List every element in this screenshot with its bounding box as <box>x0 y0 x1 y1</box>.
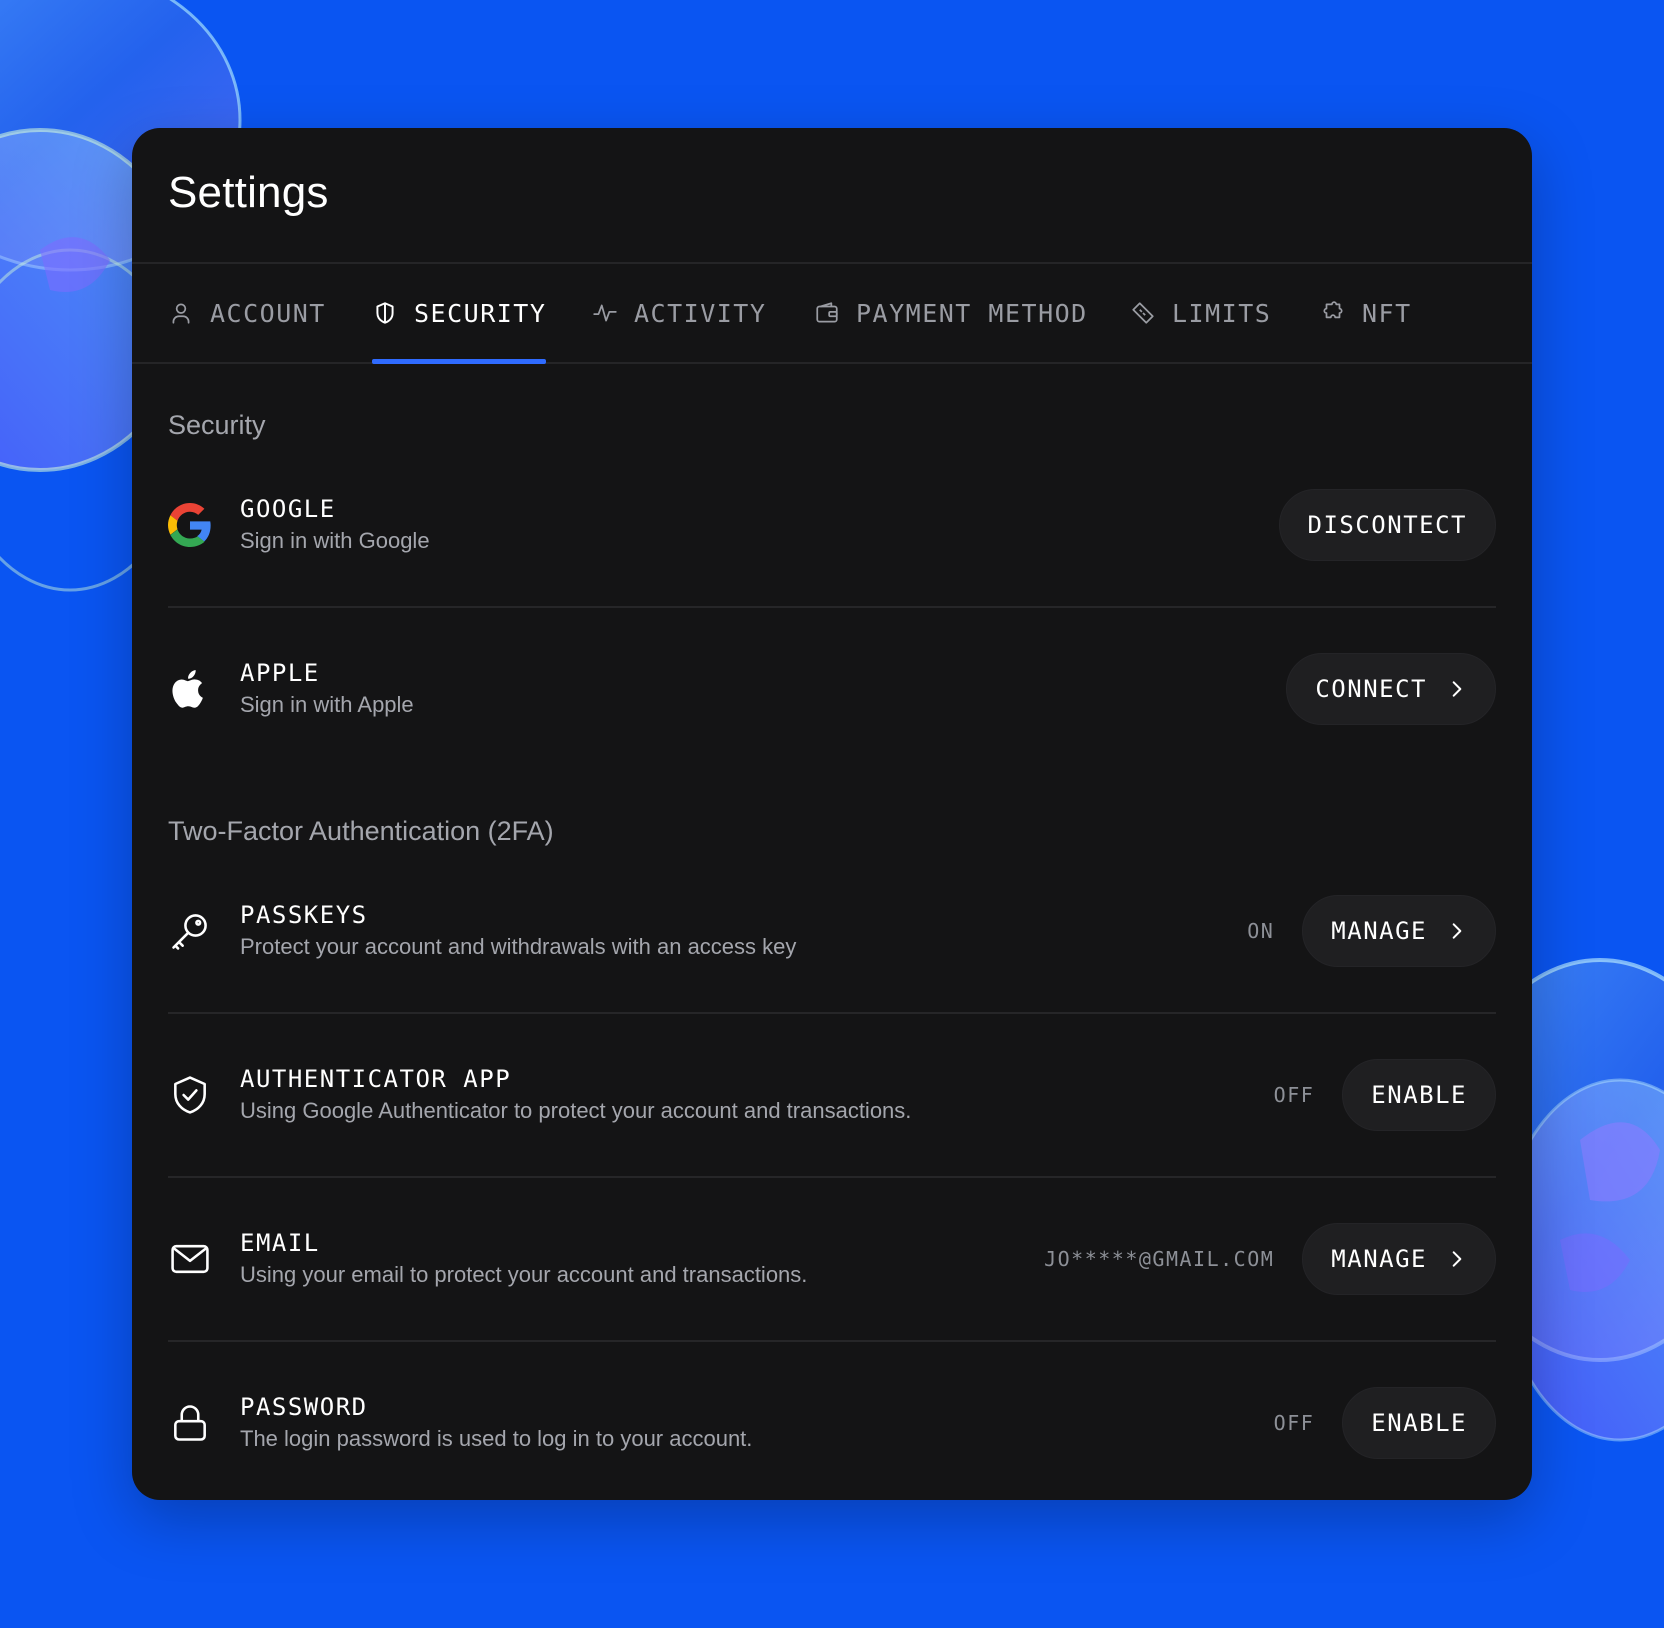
list-item-password: PASSWORD The login password is used to l… <box>168 1342 1496 1500</box>
manage-passkeys-label: MANAGE <box>1331 917 1427 945</box>
disconnect-google-label: DISCONTECT <box>1307 511 1467 539</box>
tab-security-label: SECURITY <box>414 298 547 328</box>
mail-icon <box>168 1237 212 1281</box>
chevron-right-icon <box>1452 923 1462 939</box>
shield-check-icon <box>168 1073 212 1117</box>
connect-apple-label: CONNECT <box>1315 675 1427 703</box>
list-item-apple: APPLE Sign in with Apple CONNECT <box>168 608 1496 770</box>
tab-payment-method[interactable]: PAYMENT METHOD <box>814 264 1088 362</box>
tab-activity[interactable]: ACTIVITY <box>592 264 766 362</box>
tab-account[interactable]: ACCOUNT <box>168 264 326 362</box>
key-icon <box>168 909 212 953</box>
authenticator-subtitle: Using Google Authenticator to protect yo… <box>240 1098 912 1123</box>
shield-icon <box>376 302 394 324</box>
chevron-right-icon <box>1452 1251 1462 1267</box>
manage-email-label: MANAGE <box>1331 1245 1427 1273</box>
email-actions: JO*****@GMAIL.COM MANAGE <box>1044 1223 1496 1295</box>
password-text: PASSWORD The login password is used to l… <box>240 1392 752 1454</box>
disconnect-google-button[interactable]: DISCONTECT <box>1278 489 1496 561</box>
passkeys-actions: ON MANAGE <box>1247 895 1496 967</box>
apple-actions: CONNECT <box>1286 653 1496 725</box>
google-title: GOOGLE <box>240 495 336 523</box>
password-status: OFF <box>1273 1411 1315 1435</box>
apple-title: APPLE <box>240 659 320 687</box>
tab-limits[interactable]: LIMITS <box>1130 264 1271 362</box>
lock-icon <box>168 1401 212 1445</box>
list-item-passkeys: PASSKEYS Protect your account and withdr… <box>168 850 1496 1014</box>
tab-payment-method-label: PAYMENT METHOD <box>856 298 1088 328</box>
email-address: JO*****@GMAIL.COM <box>1044 1247 1275 1271</box>
list-item-google: GOOGLE Sign in with Google DISCONTECT <box>168 444 1496 608</box>
chevron-right-icon <box>1452 681 1462 697</box>
email-text: EMAIL Using your email to protect your a… <box>240 1228 807 1290</box>
enable-password-button[interactable]: ENABLE <box>1342 1387 1496 1459</box>
wallet-icon <box>816 302 838 323</box>
authenticator-text: AUTHENTICATOR APP Using Google Authentic… <box>240 1064 911 1126</box>
tag-icon <box>1132 302 1154 324</box>
email-subtitle: Using your email to protect your account… <box>240 1262 808 1287</box>
manage-passkeys-button[interactable]: MANAGE <box>1302 895 1496 967</box>
twofa-section-title: Two-Factor Authentication (2FA) <box>168 816 554 846</box>
enable-password-label: ENABLE <box>1371 1409 1467 1437</box>
apple-subtitle: Sign in with Apple <box>240 692 414 717</box>
enable-authenticator-button[interactable]: ENABLE <box>1342 1059 1496 1131</box>
list-item-email: EMAIL Using your email to protect your a… <box>168 1178 1496 1342</box>
connect-apple-button[interactable]: CONNECT <box>1286 653 1496 725</box>
puzzle-icon <box>1323 301 1343 319</box>
tab-bar: ACCOUNT SECURITY ACTIVITY PAYMENT METHOD <box>132 264 1532 364</box>
password-actions: OFF ENABLE <box>1274 1387 1496 1459</box>
page-title: Settings <box>168 168 329 217</box>
passkeys-text: PASSKEYS Protect your account and withdr… <box>240 900 796 962</box>
authenticator-status: OFF <box>1273 1083 1315 1107</box>
google-icon <box>168 503 212 547</box>
panel-header: Settings <box>132 128 1532 264</box>
tab-nft[interactable]: NFT <box>1320 264 1412 362</box>
user-icon <box>172 303 190 324</box>
apple-icon <box>168 667 212 711</box>
password-subtitle: The login password is used to log in to … <box>240 1426 753 1451</box>
passkeys-title: PASSKEYS <box>240 901 368 929</box>
settings-panel: Settings ACCOUNT SECURITY ACTIVITY PAYME… <box>132 128 1532 1500</box>
passkeys-status: ON <box>1247 919 1275 943</box>
security-section-title: Security <box>168 410 266 440</box>
password-title: PASSWORD <box>240 1393 368 1421</box>
list-item-authenticator-app: AUTHENTICATOR APP Using Google Authentic… <box>168 1014 1496 1178</box>
google-subtitle: Sign in with Google <box>240 528 430 553</box>
google-actions: DISCONTECT <box>1278 489 1496 561</box>
passkeys-subtitle: Protect your account and withdrawals wit… <box>240 934 797 959</box>
email-title: EMAIL <box>240 1229 320 1257</box>
tab-nft-label: NFT <box>1362 298 1412 328</box>
authenticator-actions: OFF ENABLE <box>1274 1059 1496 1131</box>
activity-icon <box>593 304 617 322</box>
google-text: GOOGLE Sign in with Google <box>240 494 430 556</box>
enable-authenticator-label: ENABLE <box>1371 1081 1467 1109</box>
tab-account-label: ACCOUNT <box>210 298 326 328</box>
tab-security[interactable]: SECURITY <box>372 264 547 364</box>
apple-text: APPLE Sign in with Apple <box>240 658 414 720</box>
tab-activity-label: ACTIVITY <box>634 298 767 328</box>
tab-limits-label: LIMITS <box>1172 298 1272 328</box>
manage-email-button[interactable]: MANAGE <box>1302 1223 1496 1295</box>
authenticator-title: AUTHENTICATOR APP <box>240 1065 512 1093</box>
